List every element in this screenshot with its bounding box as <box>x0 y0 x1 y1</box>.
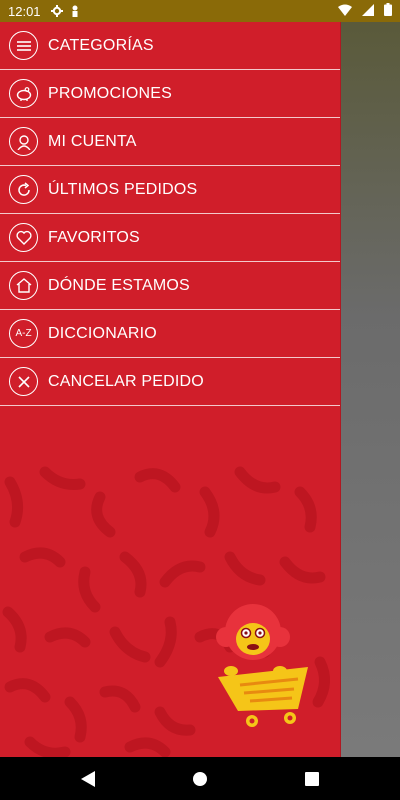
a-z-icon: A-Z <box>9 319 38 348</box>
status-time: 12:01 <box>8 3 41 19</box>
menu-item-cancelar-pedido[interactable]: CANCELAR PEDIDO <box>0 358 340 406</box>
drawer-scrim[interactable] <box>340 22 400 757</box>
menu-item-favoritos[interactable]: FAVORITOS <box>0 214 340 262</box>
close-icon <box>9 367 38 396</box>
status-bar: 12:01 <box>0 0 400 22</box>
user-icon <box>9 127 38 156</box>
menu-item-mi-cuenta[interactable]: MI CUENTA <box>0 118 340 166</box>
menu-item-label: PROMOCIONES <box>48 84 172 102</box>
menu-item-diccionario[interactable]: A-Z DICCIONARIO <box>0 310 340 358</box>
home-icon[interactable] <box>188 767 212 791</box>
monkey-cart-mascot-icon <box>216 604 308 727</box>
battery-icon <box>384 3 392 19</box>
menu-item-label: FAVORITOS <box>48 228 140 246</box>
menu-item-label: CANCELAR PEDIDO <box>48 372 204 390</box>
drawer-menu: CATEGORÍAS PROMOCIONES MI CUENTA ÚLTIMOS… <box>0 22 340 406</box>
gear-icon <box>50 5 63 17</box>
home-icon <box>9 271 38 300</box>
recents-icon[interactable] <box>300 767 324 791</box>
signal-icon <box>362 3 374 19</box>
hamburger-icon <box>9 31 38 60</box>
menu-item-label: DÓNDE ESTAMOS <box>48 276 190 294</box>
menu-item-ultimos-pedidos[interactable]: ÚLTIMOS PEDIDOS <box>0 166 340 214</box>
heart-icon <box>9 223 38 252</box>
piggy-bank-icon <box>9 79 38 108</box>
menu-item-label: DICCIONARIO <box>48 324 157 342</box>
menu-item-donde-estamos[interactable]: DÓNDE ESTAMOS <box>0 262 340 310</box>
back-icon[interactable] <box>76 767 100 791</box>
system-nav-bar <box>0 757 400 800</box>
menu-item-label: MI CUENTA <box>48 132 137 150</box>
refresh-icon <box>9 175 38 204</box>
navigation-drawer: CATEGORÍAS PROMOCIONES MI CUENTA ÚLTIMOS… <box>0 22 341 757</box>
wifi-icon <box>338 4 352 19</box>
person-icon <box>71 5 79 17</box>
menu-item-label: CATEGORÍAS <box>48 36 154 54</box>
menu-item-categorias[interactable]: CATEGORÍAS <box>0 22 340 70</box>
menu-item-label: ÚLTIMOS PEDIDOS <box>48 180 198 198</box>
menu-item-promociones[interactable]: PROMOCIONES <box>0 70 340 118</box>
